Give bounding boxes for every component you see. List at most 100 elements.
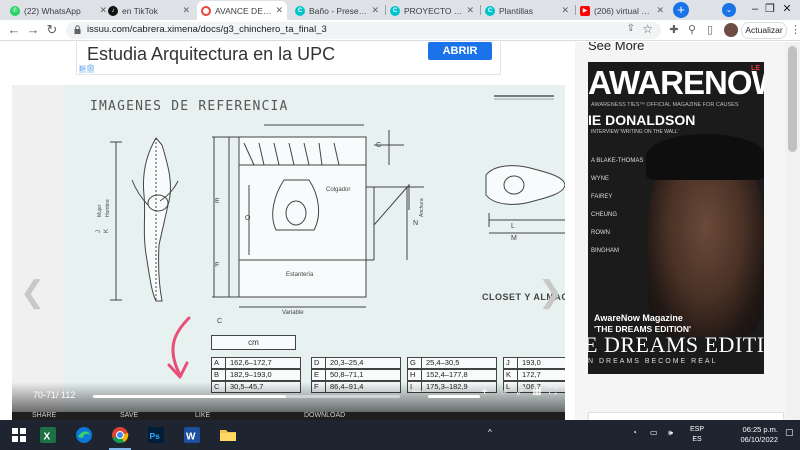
- label-j: J: [96, 230, 102, 233]
- magazine-caption-title: AwareNow Magazine: [594, 313, 683, 323]
- fit-page-icon[interactable]: ⤢: [515, 386, 527, 398]
- close-icon[interactable]: ✕: [371, 5, 379, 16]
- update-button[interactable]: Actualizar: [741, 22, 787, 39]
- label-mujer: Mujer: [97, 204, 103, 217]
- address-bar[interactable]: issuu.com/cabrera.ximena/docs/g3_chinche…: [66, 22, 661, 39]
- tab-plantillas[interactable]: C Plantillas ✕: [481, 1, 573, 20]
- close-icon[interactable]: ✕: [466, 5, 474, 16]
- close-icon[interactable]: ✕: [182, 5, 190, 16]
- table-value: 172,7: [522, 370, 541, 379]
- share-icon[interactable]: ⇪: [627, 23, 635, 34]
- close-icon[interactable]: ✕: [561, 5, 569, 16]
- next-page-icon[interactable]: ❯: [538, 275, 563, 310]
- browser-toolbar: ← → ↻ issuu.com/cabrera.ximena/docs/g3_c…: [0, 20, 800, 41]
- zoom-slider[interactable]: [428, 395, 480, 398]
- table-value: 50,8–71,1: [330, 370, 364, 379]
- edge-icon[interactable]: [73, 424, 95, 446]
- reload-button[interactable]: ↻: [44, 22, 60, 38]
- ad-info-icons[interactable]: ▷ ⓘ: [79, 65, 95, 73]
- svg-text:W: W: [186, 432, 196, 443]
- tab-tiktok[interactable]: ♪ en TikTok ✕: [104, 1, 194, 20]
- like-button[interactable]: LIKE: [195, 412, 210, 419]
- side-panel-icon[interactable]: ▯: [703, 23, 717, 37]
- close-icon[interactable]: ✕: [656, 5, 664, 16]
- new-tab-button[interactable]: +: [673, 2, 689, 18]
- save-button[interactable]: SAVE: [120, 412, 138, 419]
- top-view-figure: [485, 165, 565, 234]
- grid-view-icon[interactable]: ▦: [531, 386, 543, 398]
- download-button[interactable]: DOWNLOAD: [304, 412, 345, 419]
- zoom-out-icon[interactable]: —: [412, 385, 423, 397]
- share-button[interactable]: SHARE: [32, 412, 56, 419]
- pin-icon[interactable]: ⚲: [685, 23, 699, 37]
- tab-title: Plantillas: [499, 5, 534, 16]
- tab-title: en TikTok: [122, 5, 158, 16]
- menu-icon[interactable]: ⋮: [790, 23, 800, 36]
- close-icon[interactable]: ✕: [275, 5, 283, 16]
- close-window-button[interactable]: ✕: [772, 0, 800, 20]
- bookmark-star-icon[interactable]: ☆: [642, 22, 653, 36]
- photoshop-icon[interactable]: Ps: [145, 424, 167, 446]
- label-variable: Variable: [282, 310, 304, 316]
- search-icon[interactable]: ⌕: [499, 386, 511, 398]
- table-header: cm: [211, 335, 296, 350]
- page-scrollbar[interactable]: [785, 42, 800, 420]
- magazine-cover[interactable]: AWARENOW LE AWARENESS TIES™ OFFICIAL MAG…: [588, 62, 764, 374]
- document-page: IMAGENES DE REFERENCIA J K Mujer Hombre: [64, 85, 565, 412]
- table-value: 20,3–25,4: [330, 358, 364, 367]
- tab-proyecto-turistico[interactable]: C PROYECTO TURISTI ✕: [386, 1, 478, 20]
- table-key: D: [312, 358, 326, 368]
- battery-icon[interactable]: ▭: [650, 428, 658, 437]
- file-explorer-icon[interactable]: [217, 424, 239, 446]
- extensions-icon[interactable]: ✚: [667, 23, 681, 37]
- magazine-masthead: AWARENOW: [588, 64, 764, 101]
- previous-page-icon[interactable]: ❮: [20, 275, 45, 310]
- ad-banner[interactable]: Estudia Arquitectura en la UPC ABRIR ▷ ⓘ: [76, 42, 501, 75]
- page-scrubber[interactable]: [93, 395, 400, 398]
- tab-search-button[interactable]: ⌄: [722, 3, 736, 17]
- tab-strip: ✆ (22) WhatsApp ✕ ♪ en TikTok ✕ AVANCE D…: [0, 0, 800, 20]
- word-icon[interactable]: W: [181, 424, 203, 446]
- clock-time: 06:25 p.m.: [742, 425, 778, 434]
- table-value: 182,9–193,0: [230, 370, 272, 379]
- label-m: M: [511, 235, 517, 242]
- excel-icon[interactable]: X: [37, 424, 59, 446]
- table-cell: E 50,8–71,1: [311, 369, 401, 381]
- table-key: H: [408, 370, 422, 380]
- magazine-interview: INTERVIEW 'WRITING ON THE WALL': [591, 129, 679, 135]
- back-button[interactable]: ←: [6, 22, 22, 38]
- tab-avance-de-proyecto[interactable]: AVANCE DE PROY ✕: [197, 1, 287, 20]
- page-count: 70-71/ 112: [33, 390, 76, 400]
- zoom-in-icon[interactable]: +: [481, 384, 488, 398]
- notifications-icon[interactable]: ▢: [785, 427, 794, 438]
- fullscreen-icon[interactable]: ⛶: [547, 386, 559, 398]
- document-viewer[interactable]: IMAGENES DE REFERENCIA J K Mujer Hombre: [12, 85, 565, 412]
- network-icon[interactable]: ◔: [632, 428, 637, 437]
- tab-bano-presentacion[interactable]: C Baño - Presentacio ✕: [291, 1, 383, 20]
- tab-youtube[interactable]: ▶ (206) virtual diva ✕: [576, 1, 668, 20]
- svg-text:X: X: [44, 432, 51, 443]
- label-anchura: Anchura: [419, 198, 425, 217]
- table-cell: A 162,6–172,7: [211, 357, 301, 369]
- see-more-heading: See More: [588, 42, 645, 53]
- tiktok-icon: ♪: [108, 5, 118, 16]
- tab-title: AVANCE DE PROY: [215, 5, 272, 16]
- forward-button[interactable]: →: [25, 22, 41, 38]
- ad-title[interactable]: Estudia Arquitectura en la UPC: [87, 44, 335, 65]
- system-clock[interactable]: 06:25 p.m. 06/10/2022: [720, 425, 778, 445]
- tab-whatsapp[interactable]: ✆ (22) WhatsApp ✕: [6, 1, 111, 20]
- sidebar-card[interactable]: [588, 412, 784, 420]
- chrome-icon[interactable]: [109, 424, 131, 446]
- table-key: G: [408, 358, 422, 368]
- table-cell: B 182,9–193,0: [211, 369, 301, 381]
- volume-icon[interactable]: 🕪: [668, 428, 673, 438]
- scrollbar-thumb[interactable]: [788, 46, 797, 152]
- magazine-small-text: N DREAMS BECOME REAL: [588, 358, 718, 365]
- windows-start-icon[interactable]: [8, 424, 30, 446]
- profile-avatar[interactable]: [724, 23, 738, 37]
- table-value: 193,0: [522, 358, 541, 367]
- language-indicator[interactable]: ESP ES: [690, 425, 704, 445]
- magazine-tagline: AWARENESS TIES™ OFFICIAL MAGAZINE FOR CA…: [591, 102, 739, 108]
- tray-chevron-icon[interactable]: ^: [488, 428, 492, 437]
- ad-open-button[interactable]: ABRIR: [428, 42, 492, 60]
